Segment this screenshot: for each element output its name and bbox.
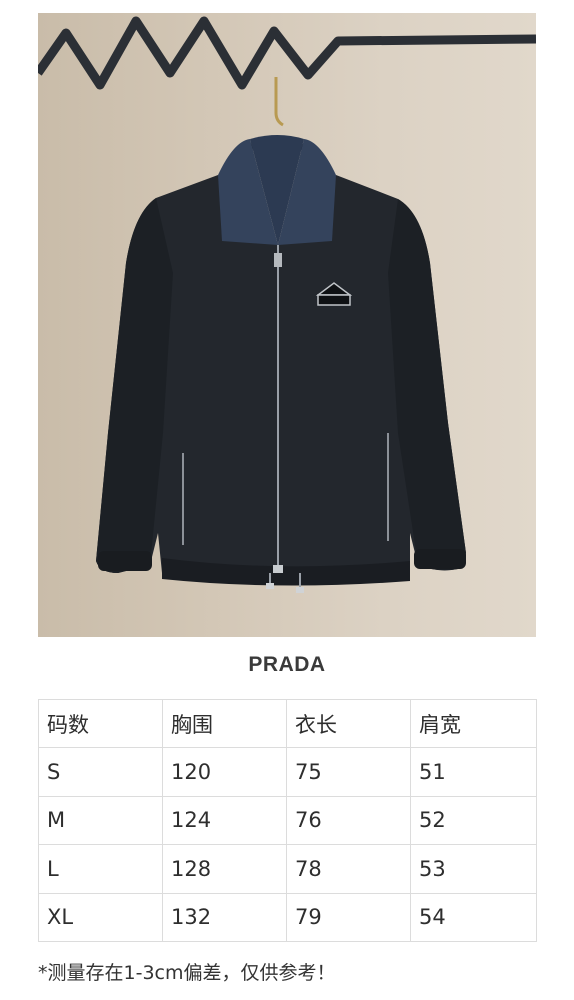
table-cell: L: [38, 844, 163, 894]
table-cell: 128: [162, 844, 287, 894]
measurement-note: *测量存在1-3cm偏差，仅供参考！: [38, 962, 336, 984]
table-cell: 54: [410, 892, 537, 942]
table-cell: XL: [38, 892, 163, 942]
product-photo: [38, 13, 536, 637]
header-cell: 码数: [38, 698, 163, 749]
header-cell: 肩宽: [410, 698, 537, 749]
table-cell: 120: [162, 747, 287, 797]
table-cell: 124: [162, 795, 287, 846]
table-cell: 78: [286, 844, 411, 894]
table-header-row: 码数 胸围 衣长 肩宽: [38, 698, 537, 749]
table-cell: 75: [286, 747, 411, 797]
table-cell: 79: [286, 892, 411, 942]
table-cell: 51: [410, 747, 537, 797]
table-cell: 132: [162, 892, 287, 942]
brand-name: PRADA: [248, 653, 326, 676]
table-cell: 53: [410, 844, 537, 894]
hanger-hook: [274, 77, 284, 127]
table-row: L 128 78 53: [38, 844, 537, 894]
table-cell: S: [38, 747, 163, 797]
table-row: M 124 76 52: [38, 795, 537, 846]
table-row: S 120 75 51: [38, 747, 537, 797]
table-cell: 76: [286, 795, 411, 846]
table-cell: 52: [410, 795, 537, 846]
table-row: XL 132 79 54: [38, 892, 537, 942]
wall-rack: [38, 16, 536, 90]
header-cell: 胸围: [162, 698, 287, 749]
header-cell: 衣长: [286, 698, 411, 749]
jacket-illustration: [38, 16, 536, 593]
size-table: 码数 胸围 衣长 肩宽 S 120 75 51 M 124 76 52 L 12…: [38, 698, 537, 942]
table-cell: M: [38, 795, 163, 846]
